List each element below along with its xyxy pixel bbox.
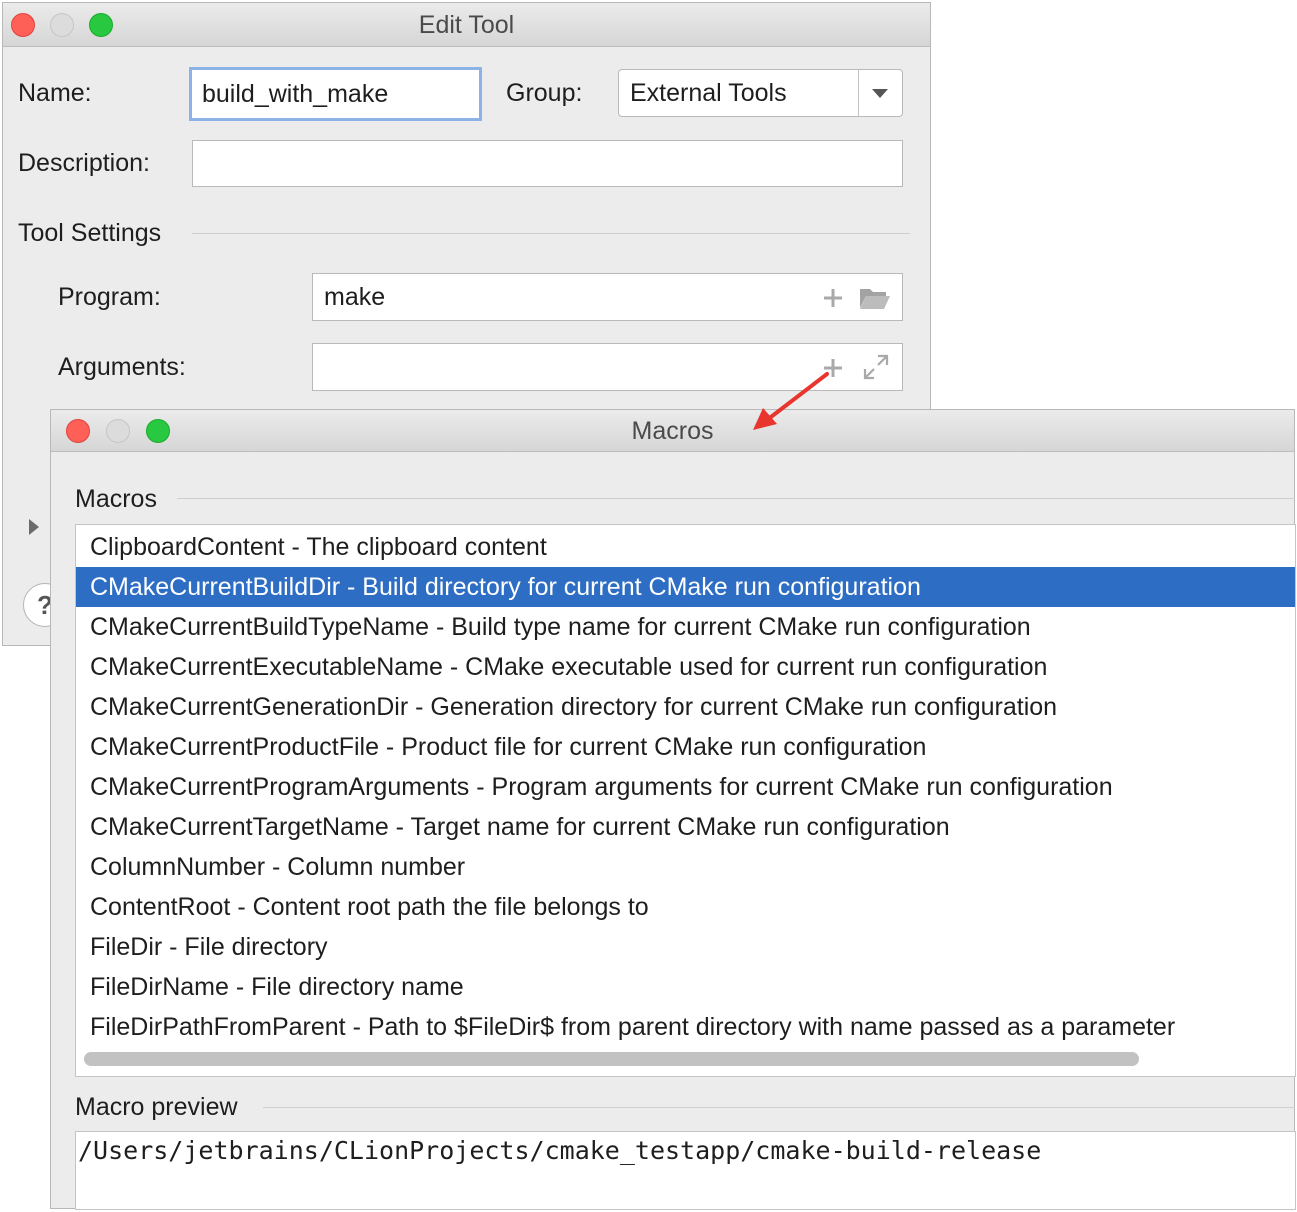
macros-section-heading: Macros — [75, 485, 157, 513]
horizontal-scrollbar[interactable] — [84, 1052, 1139, 1066]
macro-list-item[interactable]: CMakeCurrentBuildTypeName - Build type n… — [76, 607, 1295, 647]
arguments-label: Arguments: — [58, 353, 186, 381]
macro-list-item[interactable]: ColumnNumber - Column number — [76, 847, 1295, 887]
group-select-value: External Tools — [630, 78, 787, 107]
macro-preview-heading: Macro preview — [75, 1093, 238, 1121]
window-title: Edit Tool — [418, 11, 515, 39]
program-label: Program: — [58, 283, 161, 311]
macro-list-item[interactable]: FileDir - File directory — [76, 927, 1295, 967]
program-input[interactable]: make — [312, 273, 903, 321]
macros-list[interactable]: ClipboardContent - The clipboard content… — [75, 524, 1296, 1077]
description-label: Description: — [18, 149, 150, 177]
macro-list-item[interactable]: CMakeCurrentBuildDir - Build directory f… — [76, 567, 1295, 607]
tool-settings-heading: Tool Settings — [18, 219, 162, 247]
tool-settings-separator — [192, 233, 910, 234]
macro-list-item[interactable]: FileDirPathFromParent - Path to $FileDir… — [76, 1007, 1295, 1047]
group-label: Group: — [506, 79, 583, 107]
expand-icon[interactable] — [863, 354, 889, 380]
macro-list-item[interactable]: CMakeCurrentGenerationDir - Generation d… — [76, 687, 1295, 727]
dropdown-arrow-icon[interactable] — [870, 86, 890, 100]
group-select-divider — [858, 70, 859, 116]
macro-list-item[interactable]: ContentRoot - Content root path the file… — [76, 887, 1295, 927]
plus-icon[interactable] — [821, 286, 845, 310]
window-title: Macros — [631, 417, 714, 445]
macros-window: Macros Macros ClipboardContent - The cli… — [50, 409, 1296, 1210]
macros-section-separator — [177, 498, 1295, 499]
macro-preview-separator — [263, 1107, 1295, 1108]
macro-list-item[interactable]: ClipboardContent - The clipboard content — [76, 527, 1295, 567]
macro-list-item[interactable]: FileDirName - File directory name — [76, 967, 1295, 1007]
macro-preview-box[interactable]: /Users/jetbrains/CLionProjects/cmake_tes… — [75, 1131, 1296, 1210]
description-input[interactable] — [192, 140, 903, 187]
macro-list-item[interactable]: CMakeCurrentProductFile - Product file f… — [76, 727, 1295, 767]
edit-tool-titlebar: Edit Tool — [3, 3, 930, 47]
macro-list-item[interactable]: CMakeCurrentExecutableName - CMake execu… — [76, 647, 1295, 687]
name-input[interactable]: build_with_make — [189, 67, 482, 121]
name-input-value: build_with_make — [202, 79, 389, 108]
macro-list-item[interactable]: CMakeCurrentProgramArguments - Program a… — [76, 767, 1295, 807]
group-select[interactable]: External Tools — [618, 69, 903, 117]
macro-list-item[interactable]: CMakeCurrentTargetName - Target name for… — [76, 807, 1295, 847]
program-input-value: make — [324, 282, 386, 311]
macro-preview-value: /Users/jetbrains/CLionProjects/cmake_tes… — [78, 1136, 1042, 1165]
disclosure-triangle-icon[interactable] — [27, 517, 41, 537]
name-label: Name: — [18, 79, 92, 107]
annotation-arrow — [753, 372, 829, 430]
folder-icon[interactable] — [859, 285, 891, 311]
macros-titlebar: Macros — [51, 410, 1294, 452]
